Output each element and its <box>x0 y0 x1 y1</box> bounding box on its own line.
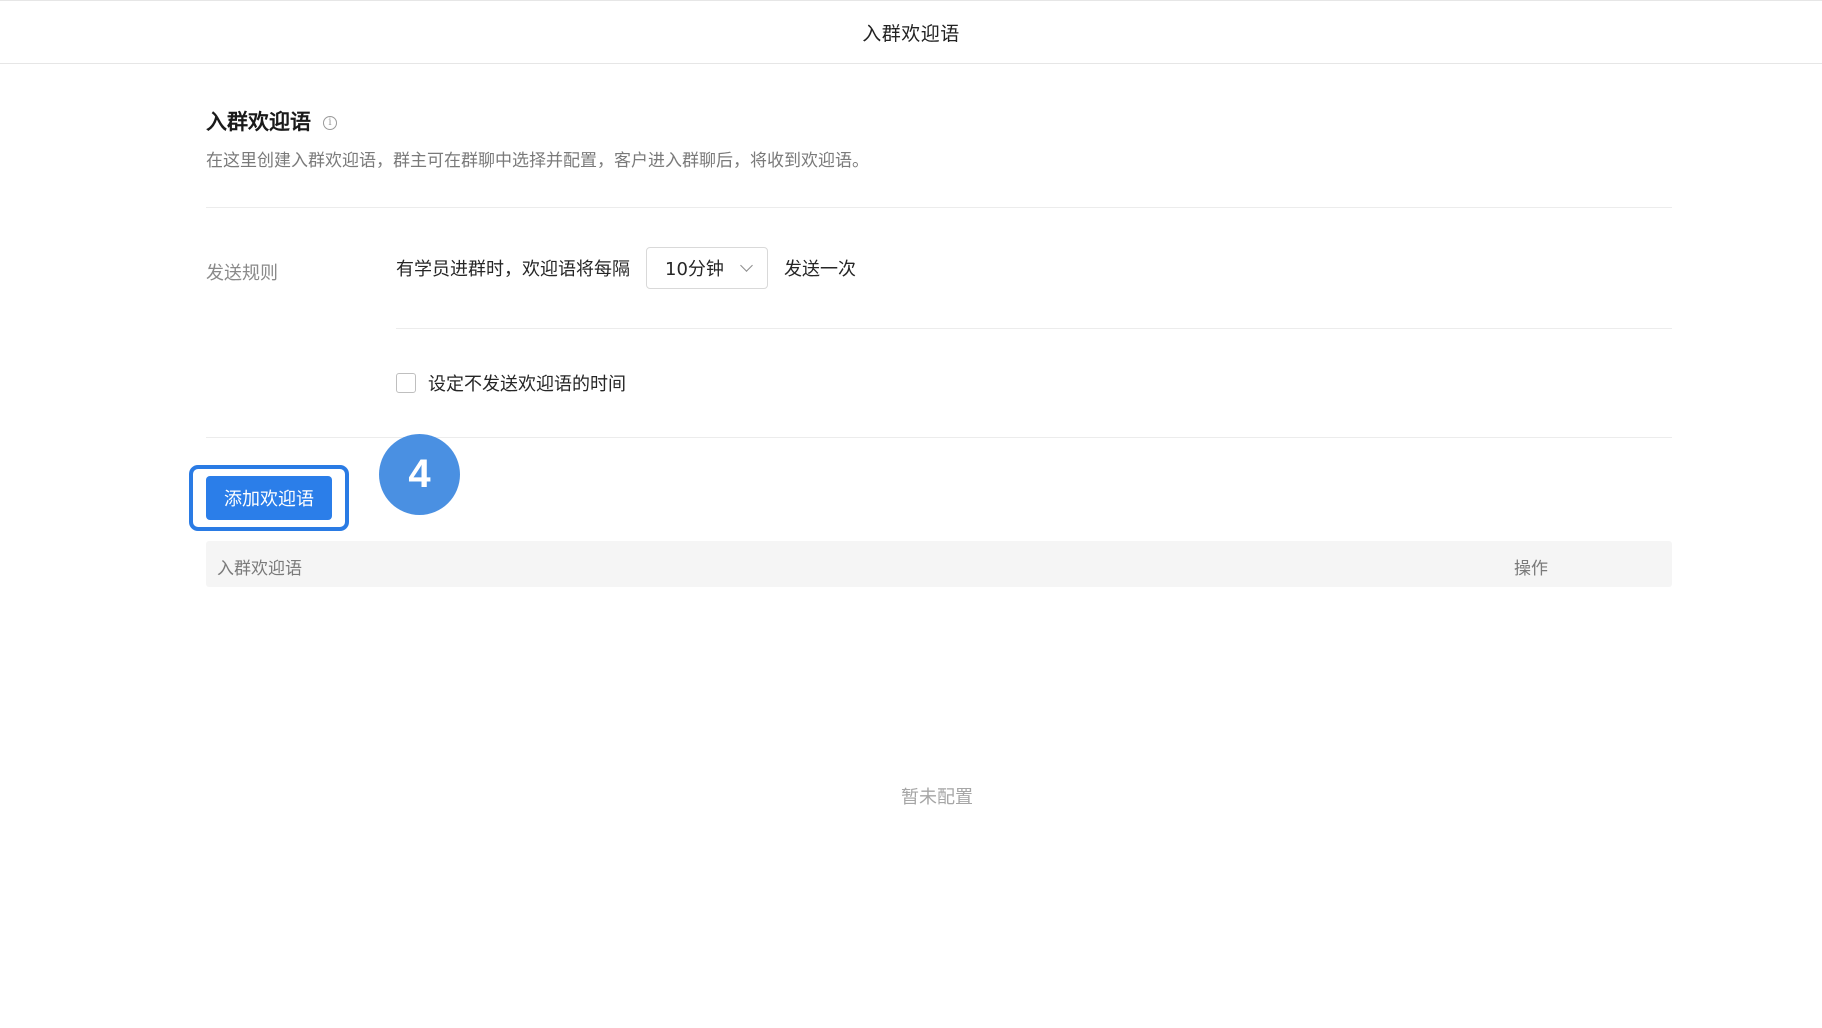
step-badge: 4 <box>379 434 460 515</box>
section-title-row: 入群欢迎语 i <box>206 106 869 136</box>
send-rule-row: 有学员进群时，欢迎语将每隔 10分钟 发送一次 <box>396 247 856 289</box>
section-title: 入群欢迎语 <box>206 110 311 134</box>
divider-rule <box>396 328 1672 329</box>
page-title: 入群欢迎语 <box>862 22 960 45</box>
no-send-time-label: 设定不发送欢迎语的时间 <box>428 374 626 395</box>
empty-state-text: 暂未配置 <box>901 787 973 808</box>
no-send-time-option[interactable]: 设定不发送欢迎语的时间 <box>396 370 626 396</box>
send-rule-suffix: 发送一次 <box>784 259 856 280</box>
section-description: 在这里创建入群欢迎语，群主可在群聊中选择并配置，客户进入群聊后，将收到欢迎语。 <box>206 151 869 171</box>
send-rule-label: 发送规则 <box>206 263 278 284</box>
no-send-time-checkbox[interactable] <box>396 373 416 393</box>
column-header-welcome-message: 入群欢迎语 <box>217 559 302 579</box>
section-header: 入群欢迎语 i 在这里创建入群欢迎语，群主可在群聊中选择并配置，客户进入群聊后，… <box>206 106 869 171</box>
interval-select[interactable]: 10分钟 <box>646 247 768 289</box>
send-rule-prefix: 有学员进群时，欢迎语将每隔 <box>396 259 630 280</box>
table-header: 入群欢迎语 操作 <box>206 541 1672 587</box>
interval-select-value: 10分钟 <box>665 259 724 280</box>
add-welcome-message-button[interactable]: 添加欢迎语 <box>206 476 332 520</box>
divider-top <box>206 207 1672 208</box>
column-header-actions: 操作 <box>1514 559 1548 579</box>
top-bar: 入群欢迎语 <box>0 0 1822 64</box>
info-icon[interactable]: i <box>323 115 337 130</box>
chevron-down-icon <box>740 259 753 272</box>
